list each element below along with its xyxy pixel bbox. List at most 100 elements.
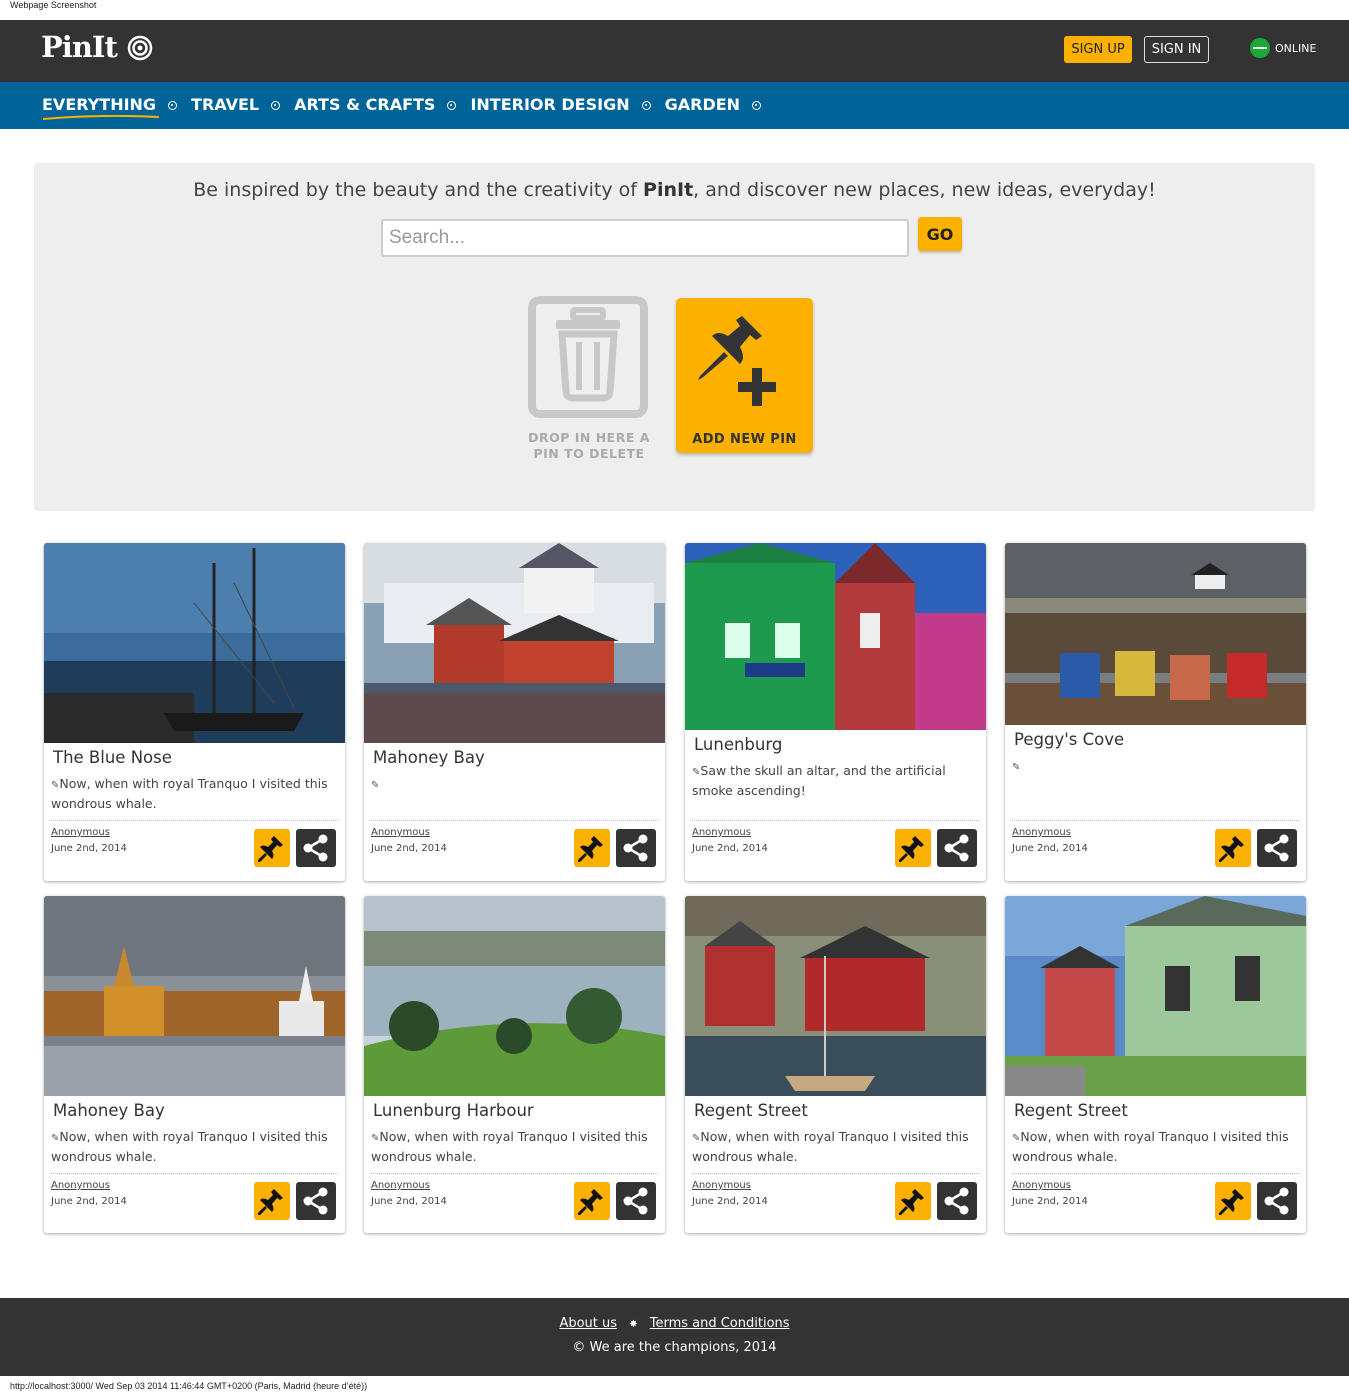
terms-link[interactable]: Terms and Conditions bbox=[650, 1316, 790, 1331]
tagline: Be inspired by the beauty and the creati… bbox=[193, 179, 1156, 201]
pin-author[interactable]: Anonymous bbox=[371, 1180, 430, 1191]
share-button[interactable] bbox=[937, 829, 977, 867]
repin-button[interactable] bbox=[895, 829, 931, 867]
pin-card[interactable]: The Blue Nose ✎Now, when with royal Tranq… bbox=[44, 543, 345, 881]
tagline-brand: PinIt bbox=[643, 179, 694, 201]
add-new-pin-label: ADD NEW PIN bbox=[692, 432, 797, 447]
pin-card[interactable]: Peggy's Cove ✎ Anonymous June 2nd, 2014 bbox=[1005, 543, 1306, 881]
card-divider bbox=[1012, 820, 1299, 821]
logo[interactable]: PinIt bbox=[41, 30, 118, 64]
pin-author[interactable]: Anonymous bbox=[51, 1180, 110, 1191]
card-divider bbox=[692, 1173, 979, 1174]
repin-button[interactable] bbox=[1215, 1182, 1251, 1220]
pushpin-icon bbox=[258, 836, 283, 862]
pin-date: June 2nd, 2014 bbox=[692, 1196, 768, 1207]
share-button[interactable] bbox=[1257, 1182, 1297, 1220]
pin-card[interactable]: Regent Street ✎Now, when with royal Tranq… bbox=[1005, 896, 1306, 1233]
pin-card[interactable]: Lunenburg Harbour ✎Now, when with royal T… bbox=[364, 896, 665, 1233]
pin-author[interactable]: Anonymous bbox=[692, 1180, 751, 1191]
pin-author[interactable]: Anonymous bbox=[371, 827, 430, 838]
go-button[interactable]: GO bbox=[918, 217, 962, 251]
hero-panel: Be inspired by the beauty and the creati… bbox=[34, 163, 1315, 511]
share-button[interactable] bbox=[296, 1182, 336, 1220]
pin-photo[interactable] bbox=[364, 543, 665, 743]
pin-title: Regent Street bbox=[1014, 1101, 1128, 1120]
pin-author[interactable]: Anonymous bbox=[692, 827, 751, 838]
pushpin-icon bbox=[1219, 836, 1244, 862]
status-url: http://localhost:3000/ Wed Sep 03 2014 1… bbox=[10, 1381, 368, 1391]
sign-up-button[interactable]: SIGN UP bbox=[1064, 36, 1132, 63]
pin-date: June 2nd, 2014 bbox=[692, 843, 768, 854]
target-bullet-icon bbox=[447, 101, 457, 110]
online-icon bbox=[1250, 38, 1270, 58]
pin-title: Lunenburg Harbour bbox=[373, 1101, 534, 1120]
card-divider bbox=[371, 820, 658, 821]
nav-item-garden[interactable]: GARDEN bbox=[665, 95, 775, 114]
share-button[interactable] bbox=[616, 829, 656, 867]
online-status: ONLINE bbox=[1250, 38, 1316, 58]
active-underline bbox=[42, 115, 160, 120]
pin-author[interactable]: Anonymous bbox=[1012, 1180, 1071, 1191]
separator-icon: ✸ bbox=[629, 1319, 638, 1330]
pin-card[interactable]: Lunenburg ✎Saw the skull an altar, and th… bbox=[685, 543, 986, 881]
pin-description: ✎Now, when with royal Tranquo I visited … bbox=[51, 776, 328, 811]
pin-date: June 2nd, 2014 bbox=[371, 843, 447, 854]
delete-drop-zone[interactable] bbox=[528, 296, 648, 418]
pin-author[interactable]: Anonymous bbox=[1012, 827, 1071, 838]
pin-photo[interactable] bbox=[44, 896, 345, 1096]
pin-card[interactable]: Regent Street ✎Now, when with royal Tranq… bbox=[685, 896, 986, 1233]
nav-item-everything[interactable]: EVERYTHING bbox=[42, 95, 191, 120]
pin-description: ✎ bbox=[1012, 757, 1297, 777]
pushpin-icon bbox=[899, 836, 924, 862]
pin-description: ✎Now, when with royal Tranquo I visited … bbox=[1012, 1129, 1289, 1164]
pin-author[interactable]: Anonymous bbox=[51, 827, 110, 838]
share-icon bbox=[623, 1187, 648, 1215]
nav-item-interior-design[interactable]: INTERIOR DESIGN bbox=[470, 95, 664, 114]
pencil-icon: ✎ bbox=[1012, 762, 1021, 773]
share-button[interactable] bbox=[937, 1182, 977, 1220]
pin-description: ✎Now, when with royal Tranquo I visited … bbox=[371, 1129, 648, 1164]
nav-label: EVERYTHING bbox=[42, 95, 157, 114]
share-button[interactable] bbox=[616, 1182, 656, 1220]
pin-description: ✎Now, when with royal Tranquo I visited … bbox=[692, 1129, 969, 1164]
share-icon bbox=[1264, 1187, 1289, 1215]
add-new-pin-button[interactable]: ADD NEW PIN bbox=[676, 298, 813, 453]
nav-item-travel[interactable]: TRAVEL bbox=[191, 95, 294, 114]
repin-button[interactable] bbox=[574, 829, 610, 867]
nav-item-arts-crafts[interactable]: ARTS & CRAFTS bbox=[294, 95, 470, 114]
repin-button[interactable] bbox=[254, 1182, 290, 1220]
search-input[interactable] bbox=[381, 219, 909, 257]
pin-description: ✎Now, when with royal Tranquo I visited … bbox=[51, 1129, 328, 1164]
pin-card[interactable]: Mahoney Bay ✎Now, when with royal Tranquo… bbox=[44, 896, 345, 1233]
pin-card[interactable]: Mahoney Bay ✎ Anonymous June 2nd, 2014 bbox=[364, 543, 665, 881]
pin-photo[interactable] bbox=[685, 896, 986, 1096]
share-icon bbox=[944, 834, 969, 862]
pin-title: The Blue Nose bbox=[53, 748, 172, 767]
nav-label: GARDEN bbox=[664, 95, 741, 114]
target-bullet-icon bbox=[271, 101, 281, 110]
share-button[interactable] bbox=[296, 829, 336, 867]
pin-add-icon bbox=[698, 316, 776, 406]
about-link[interactable]: About us bbox=[559, 1316, 617, 1331]
repin-button[interactable] bbox=[895, 1182, 931, 1220]
pin-title: Mahoney Bay bbox=[373, 748, 485, 767]
pin-photo[interactable] bbox=[364, 896, 665, 1096]
share-icon bbox=[1264, 834, 1289, 862]
share-icon bbox=[944, 1187, 969, 1215]
nav-label: TRAVEL bbox=[191, 95, 260, 114]
pin-photo[interactable] bbox=[1005, 896, 1306, 1096]
repin-button[interactable] bbox=[1215, 829, 1251, 867]
repin-button[interactable] bbox=[574, 1182, 610, 1220]
sign-in-button[interactable]: SIGN IN bbox=[1144, 36, 1209, 63]
pin-photo[interactable] bbox=[1005, 543, 1306, 725]
share-icon bbox=[303, 834, 328, 862]
pin-photo[interactable] bbox=[685, 543, 986, 730]
category-nav: EVERYTHING TRAVEL ARTS & CRAFTS INTERIOR… bbox=[0, 82, 1349, 129]
trash-icon bbox=[556, 307, 620, 402]
card-divider bbox=[51, 820, 338, 821]
share-button[interactable] bbox=[1257, 829, 1297, 867]
pin-date: June 2nd, 2014 bbox=[51, 843, 127, 854]
pushpin-icon bbox=[578, 1189, 603, 1215]
repin-button[interactable] bbox=[254, 829, 290, 867]
pin-photo[interactable] bbox=[44, 543, 345, 743]
